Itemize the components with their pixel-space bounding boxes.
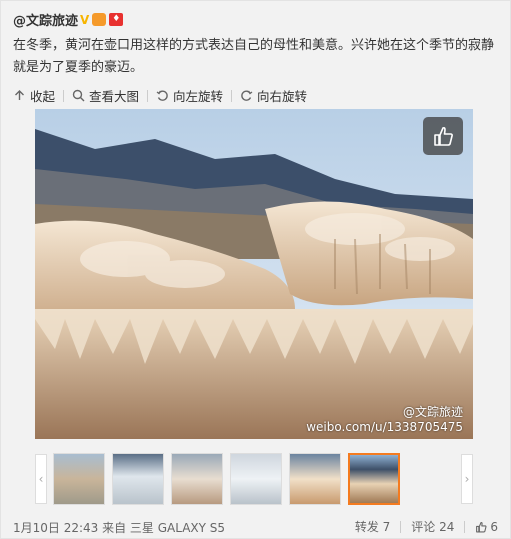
thumbnail-next-arrow[interactable]: › <box>461 454 473 504</box>
toolbar-divider <box>147 89 149 102</box>
magnifier-icon <box>72 89 85 102</box>
red-envelope-icon: ♦ <box>109 13 124 26</box>
thumbnail-prev-arrow[interactable]: ‹ <box>35 454 47 504</box>
weibo-post-card: @文踪旅迹 V ♦ 在冬季，黄河在壶口用这样的方式表达自己的母性和美意。兴许她在… <box>0 0 511 539</box>
verified-badge-icon: V <box>80 12 90 27</box>
author-name[interactable]: @文踪旅迹 <box>13 10 78 29</box>
thumbnail-4[interactable] <box>230 453 282 505</box>
toolbar-divider <box>63 89 65 102</box>
post-actions: 转发 7 评论 24 6 <box>355 518 498 535</box>
view-large-label: 查看大图 <box>89 89 140 104</box>
view-large-button[interactable]: 查看大图 <box>72 86 139 105</box>
rotate-right-button[interactable]: 向右旋转 <box>240 86 307 105</box>
main-photo[interactable]: @文踪旅迹 weibo.com/u/1338705475 <box>35 109 473 439</box>
post-meta: 1月10日 22:43 来自 三星 GALAXY S5 <box>13 521 226 535</box>
collapse-label: 收起 <box>30 89 56 104</box>
comment-button[interactable]: 评论 24 <box>411 518 454 535</box>
like-overlay-button[interactable] <box>423 117 463 155</box>
thumbnail-5[interactable] <box>289 453 341 505</box>
frozen-waterfall-image <box>35 109 473 439</box>
post-author: @文踪旅迹 V ♦ <box>13 10 124 29</box>
collapse-button[interactable]: 收起 <box>13 86 55 105</box>
thumbnail-1[interactable] <box>53 453 105 505</box>
like-count: 6 <box>490 519 498 534</box>
thumbnail-strip: ‹ › <box>35 451 473 507</box>
like-button[interactable]: 6 <box>475 520 498 534</box>
action-divider <box>400 520 402 533</box>
toolbar-divider <box>231 89 233 102</box>
watermark-handle: @文踪旅迹 <box>402 405 463 419</box>
thumbnail-2[interactable] <box>112 453 164 505</box>
repost-button[interactable]: 转发 7 <box>355 518 390 535</box>
thumbnail-row <box>53 453 400 505</box>
watermark: @文踪旅迹 weibo.com/u/1338705475 <box>306 405 463 435</box>
rotate-left-label: 向左旋转 <box>173 89 224 104</box>
post-text: 在冬季，黄河在壶口用这样的方式表达自己的母性和美意。兴许她在这个季节的寂静就是为… <box>13 38 495 75</box>
rotate-left-button[interactable]: 向左旋转 <box>156 86 223 105</box>
image-toolbar: 收起 查看大图 向左旋转 向右旋转 <box>13 86 307 105</box>
rotate-right-label: 向右旋转 <box>257 89 308 104</box>
thumbnail-3[interactable] <box>171 453 223 505</box>
rotate-left-icon <box>156 90 168 101</box>
action-divider <box>464 520 466 533</box>
thumbs-up-icon <box>434 126 453 146</box>
thumbnail-6-selected[interactable] <box>348 453 400 505</box>
collapse-arrow-icon <box>15 90 24 100</box>
rotate-right-icon <box>241 90 253 101</box>
thumbs-up-icon <box>476 521 487 532</box>
watermark-url: weibo.com/u/1338705475 <box>306 420 463 434</box>
member-badge-icon <box>92 13 107 26</box>
